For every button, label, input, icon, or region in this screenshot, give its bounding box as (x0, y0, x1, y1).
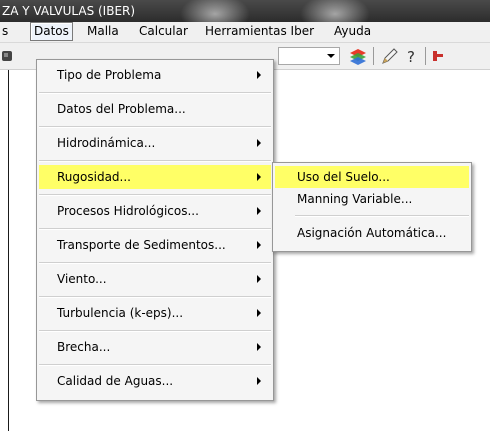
title-glow-decoration (180, 0, 250, 22)
menu-item-label: Hidrodinámica... (57, 136, 156, 150)
submenu-item-manning-variable[interactable]: Manning Variable... (275, 188, 469, 210)
menu-separator (39, 194, 271, 196)
toolbar-separator (373, 47, 374, 65)
submenu-arrow-icon (257, 241, 261, 249)
menu-ayuda[interactable]: Ayuda (331, 22, 374, 41)
chevron-down-icon[interactable] (327, 54, 335, 58)
menu-item-brecha[interactable]: Brecha... (39, 335, 271, 359)
submenu-item-label: Uso del Suelo... (297, 170, 390, 184)
menu-bar: s Datos Malla Calcular Herramientas Iber… (0, 22, 490, 43)
menu-separator (39, 228, 271, 230)
menu-item-label: Tipo de Problema (57, 68, 162, 82)
toolbar-separator (425, 47, 426, 65)
menu-separator (39, 160, 271, 162)
edit-pencil-icon[interactable] (380, 46, 400, 66)
menu-separator (39, 92, 271, 94)
submenu-arrow-icon (257, 71, 261, 79)
menu-item-label: Transporte de Sedimentos... (57, 238, 226, 252)
layers-icon[interactable] (348, 46, 368, 66)
submenu-arrow-icon (257, 309, 261, 317)
submenu-arrow-icon (257, 377, 261, 385)
menu-item-hidrodinamica[interactable]: Hidrodinámica... (39, 131, 271, 155)
menu-item-label: Brecha... (57, 340, 111, 354)
submenu-arrow-icon (257, 173, 261, 181)
menu-item-turbulencia[interactable]: Turbulencia (k-eps)... (39, 301, 271, 325)
menu-item-rugosidad[interactable]: Rugosidad... (39, 165, 271, 189)
menu-item-procesos-hidrologicos[interactable]: Procesos Hidrológicos... (39, 199, 271, 223)
menu-separator (39, 296, 271, 298)
menu-separator (39, 330, 271, 332)
menu-item-label: Viento... (57, 272, 107, 286)
title-glow-decoration (300, 0, 370, 22)
menu-separator (39, 262, 271, 264)
menu-herramientas-iber[interactable]: Herramientas Iber (202, 22, 317, 41)
menu-item-label: Calidad de Aguas... (57, 374, 174, 388)
rugosidad-submenu: Uso del Suelo... Manning Variable... Asi… (272, 162, 472, 252)
menu-item-viento[interactable]: Viento... (39, 267, 271, 291)
submenu-item-asignacion-automatica[interactable]: Asignación Automática... (275, 222, 469, 244)
canvas-left-border (8, 70, 9, 431)
submenu-arrow-icon (257, 139, 261, 147)
menu-calcular[interactable]: Calcular (136, 22, 191, 41)
menu-item-label: Procesos Hidrológicos... (57, 204, 199, 218)
submenu-arrow-icon (257, 207, 261, 215)
app-icon[interactable] (0, 46, 20, 66)
svg-text:?: ? (407, 48, 415, 66)
menu-item-datos-del-problema[interactable]: Datos del Problema... (39, 97, 271, 121)
partial-tool-icon[interactable] (430, 46, 450, 66)
menu-item-label: Turbulencia (k-eps)... (57, 306, 184, 320)
menu-edit-partial[interactable]: s (0, 22, 11, 41)
submenu-arrow-icon (257, 343, 261, 351)
menu-item-tipo-de-problema[interactable]: Tipo de Problema (39, 63, 271, 87)
window-title: ZA Y VALVULAS (IBER) (2, 4, 136, 18)
submenu-item-label: Manning Variable... (297, 192, 413, 206)
help-question-icon[interactable]: ? (402, 46, 422, 66)
submenu-item-uso-del-suelo[interactable]: Uso del Suelo... (275, 166, 469, 188)
menu-item-calidad-de-aguas[interactable]: Calidad de Aguas... (39, 369, 271, 393)
menu-datos[interactable]: Datos (30, 22, 73, 41)
menu-item-transporte-de-sedimentos[interactable]: Transporte de Sedimentos... (39, 233, 271, 257)
menu-separator (295, 215, 469, 217)
title-bar: ZA Y VALVULAS (IBER) (0, 0, 490, 22)
toolbar-combo-select[interactable] (278, 47, 340, 65)
menu-separator (39, 126, 271, 128)
menu-item-label: Rugosidad... (57, 170, 131, 184)
submenu-arrow-icon (257, 275, 261, 283)
menu-malla[interactable]: Malla (84, 22, 122, 41)
menu-item-label: Datos del Problema... (57, 102, 186, 116)
datos-dropdown-menu: Tipo de Problema Datos del Problema... H… (36, 59, 274, 401)
menu-separator (39, 364, 271, 366)
submenu-item-label: Asignación Automática... (297, 226, 447, 240)
